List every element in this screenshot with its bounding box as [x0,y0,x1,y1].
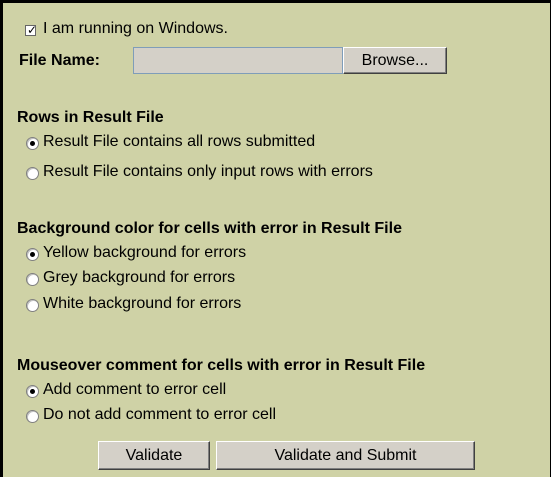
validate-button[interactable]: Validate [98,441,210,470]
radio-error-rows[interactable] [26,167,39,180]
browse-button[interactable]: Browse... [343,47,447,74]
radio-white-bg[interactable] [26,299,39,312]
radio-selected-dot [30,389,35,394]
comment-section-heading: Mouseover comment for cells with error i… [17,357,426,374]
bg-section-heading: Background color for cells with error in… [17,220,402,237]
rows-section-heading: Rows in Result File [17,109,164,126]
radio-grey-bg[interactable] [26,273,39,286]
upload-options-panel: ✓ I am running on Windows. File Name: Br… [0,0,551,477]
radio-add-comment[interactable] [26,385,39,398]
radio-all-rows[interactable] [26,137,39,150]
radio-all-rows-label: Result File contains all rows submitted [43,133,316,150]
radio-error-rows-label: Result File contains only input rows wit… [43,163,373,180]
radio-yellow-bg-label: Yellow background for errors [43,244,247,261]
file-name-input[interactable] [133,47,343,74]
radio-selected-dot [30,141,35,146]
file-name-label: File Name: [19,52,100,69]
radio-selected-dot [30,252,35,257]
validate-and-submit-button[interactable]: Validate and Submit [216,441,475,470]
radio-add-comment-label: Add comment to error cell [43,381,227,398]
radio-white-bg-label: White background for errors [43,295,242,312]
radio-yellow-bg[interactable] [26,248,39,261]
checkmark-icon: ✓ [27,23,38,37]
radio-no-comment[interactable] [26,410,39,423]
radio-no-comment-label: Do not add comment to error cell [43,406,276,423]
radio-grey-bg-label: Grey background for errors [43,269,236,286]
windows-checkbox-label: I am running on Windows. [43,20,228,37]
windows-checkbox[interactable]: ✓ [25,23,38,37]
